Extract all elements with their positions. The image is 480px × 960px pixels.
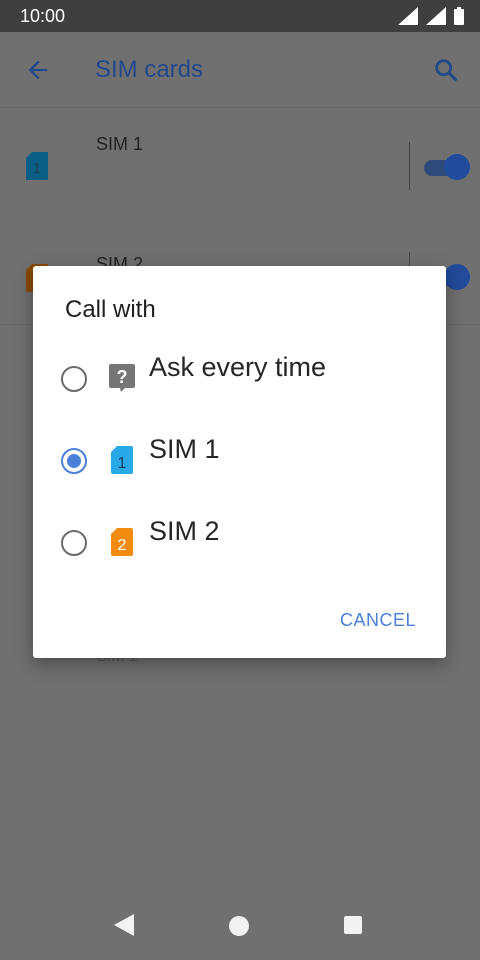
page-title: SIM cards bbox=[95, 56, 204, 83]
search-icon[interactable] bbox=[432, 56, 460, 84]
toggle-thumb bbox=[444, 264, 470, 290]
app-bar: SIM cards bbox=[0, 32, 480, 108]
option-label: SIM 2 bbox=[149, 516, 220, 546]
divider bbox=[409, 142, 410, 190]
signal-icon bbox=[398, 7, 418, 25]
option-ask-every-time[interactable]: ? Ask every time bbox=[33, 338, 446, 418]
sim-1-name: SIM 1 bbox=[96, 134, 144, 154]
question-icon: ? bbox=[109, 364, 135, 392]
status-bar: 10:00 bbox=[0, 0, 480, 32]
sim-1-toggle[interactable] bbox=[422, 154, 470, 180]
sim-row-1[interactable]: 1 SIM 1 bbox=[0, 120, 480, 240]
status-icons bbox=[398, 7, 464, 25]
toggle-thumb bbox=[444, 154, 470, 180]
option-sim-2[interactable]: 2 SIM 2 bbox=[33, 502, 446, 582]
radio-button[interactable] bbox=[61, 530, 87, 556]
radio-button[interactable] bbox=[61, 366, 87, 392]
nav-recents-icon[interactable] bbox=[344, 916, 362, 934]
option-label: SIM 1 bbox=[149, 434, 220, 464]
sim-badge: 1 bbox=[118, 455, 127, 472]
cancel-button[interactable]: CANCEL bbox=[340, 610, 416, 631]
radio-dot bbox=[67, 454, 81, 468]
sim-1-icon: 1 bbox=[111, 446, 133, 474]
svg-text:1: 1 bbox=[33, 160, 41, 177]
call-with-dialog: Call with ? Ask every time 1 SIM 1 2 SIM… bbox=[33, 266, 446, 658]
option-label: Ask every time bbox=[149, 352, 327, 382]
dialog-title: Call with bbox=[65, 296, 156, 323]
nav-back-icon[interactable] bbox=[114, 914, 134, 936]
svg-text:?: ? bbox=[117, 367, 128, 387]
sim-2-icon: 2 bbox=[111, 528, 133, 556]
nav-home-icon[interactable] bbox=[229, 916, 249, 936]
radio-button-selected[interactable] bbox=[61, 448, 87, 474]
option-sim-1[interactable]: 1 SIM 1 bbox=[33, 420, 446, 500]
signal-icon bbox=[426, 7, 446, 25]
battery-icon bbox=[454, 7, 464, 25]
back-arrow-icon[interactable] bbox=[24, 56, 52, 84]
sim-badge: 2 bbox=[118, 537, 127, 554]
sim-1-icon: 1 bbox=[26, 152, 48, 180]
status-time: 10:00 bbox=[20, 6, 66, 26]
